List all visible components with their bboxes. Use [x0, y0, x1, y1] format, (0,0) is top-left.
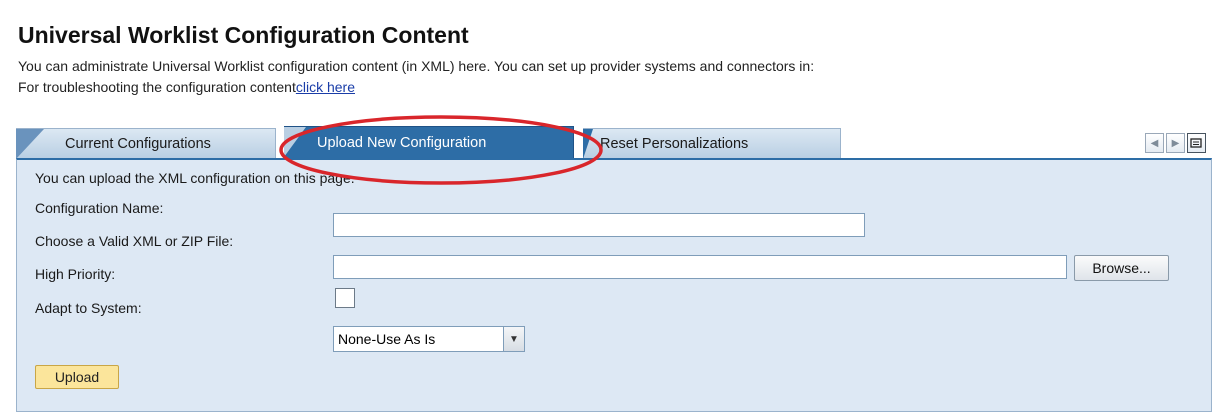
page-description: You can administrate Universal Worklist …	[18, 56, 1228, 98]
adapt-selected-value: None-Use As Is	[338, 331, 436, 347]
chevron-right-icon[interactable]: ▶	[1166, 133, 1185, 153]
troubleshoot-text: For troubleshooting the configuration co…	[18, 79, 296, 95]
upload-button[interactable]: Upload	[35, 365, 119, 389]
tab-reset-personalizations[interactable]: Reset Personalizations	[583, 128, 841, 159]
troubleshoot-link[interactable]: click here	[296, 79, 355, 95]
upload-intro: You can upload the XML configuration on …	[35, 170, 355, 186]
tab-label: Upload New Configuration	[317, 134, 487, 151]
high-priority-checkbox[interactable]	[335, 288, 355, 308]
chevron-down-icon[interactable]: ▼	[503, 327, 524, 351]
description-line-1: You can administrate Universal Worklist …	[18, 58, 815, 74]
tab-upload-new-configuration[interactable]: Upload New Configuration	[284, 126, 574, 158]
config-name-input[interactable]	[333, 213, 865, 237]
adapt-system-select[interactable]: None-Use As Is ▼	[333, 326, 525, 352]
tab-current-configurations[interactable]: Current Configurations	[16, 128, 276, 159]
browse-button[interactable]: Browse...	[1074, 255, 1169, 281]
file-path-input[interactable]	[333, 255, 1067, 279]
tab-strip: Current Configurations Reset Personaliza…	[16, 126, 1212, 159]
config-name-label: Configuration Name:	[35, 200, 164, 216]
tab-list-icon[interactable]	[1187, 133, 1206, 153]
tab-label: Reset Personalizations	[600, 135, 749, 152]
file-label: Choose a Valid XML or ZIP File:	[35, 233, 234, 249]
tab-label: Current Configurations	[65, 135, 211, 152]
chevron-left-icon[interactable]: ◀	[1145, 133, 1164, 153]
description-line-2: For troubleshooting the configuration co…	[18, 77, 1228, 98]
upload-panel: You can upload the XML configuration on …	[16, 158, 1212, 412]
page-title: Universal Worklist Configuration Content	[18, 22, 469, 48]
priority-label: High Priority:	[35, 266, 116, 282]
adapt-label: Adapt to System:	[35, 300, 142, 316]
tab-navigation: ◀ ▶	[1145, 133, 1206, 155]
